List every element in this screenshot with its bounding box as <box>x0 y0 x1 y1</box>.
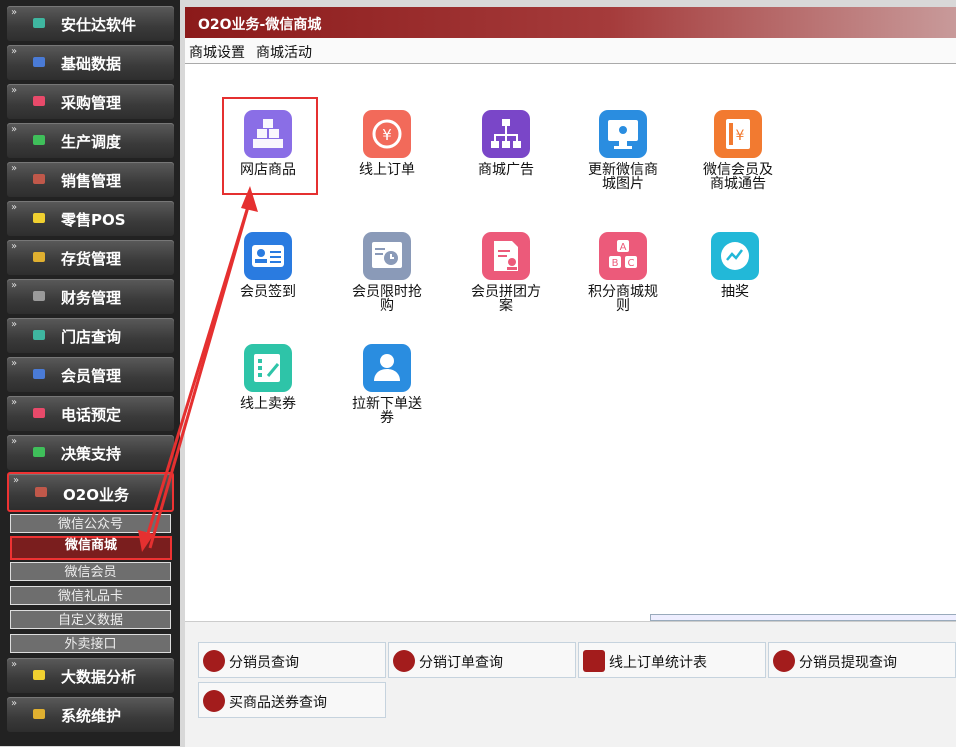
tile-mall-ads[interactable]: 商城广告 <box>456 110 556 177</box>
tile-lottery[interactable]: 抽奖 <box>685 232 785 299</box>
sub-item-wechat-member[interactable]: 微信会员 <box>10 562 171 581</box>
title-bar: O2O业务-微信商城 <box>185 7 956 38</box>
module-icon <box>33 369 45 379</box>
svg-text:C: C <box>628 258 635 269</box>
sidebar-item-members[interactable]: » 会员管理 <box>7 357 174 392</box>
module-icon <box>33 291 45 301</box>
sidebar-item-sales[interactable]: » 销售管理 <box>7 162 174 197</box>
menu-mall-activities[interactable]: 商城活动 <box>256 42 312 62</box>
module-icon <box>33 709 45 719</box>
page-title: O2O业务-微信商城 <box>198 17 322 33</box>
id-card-icon <box>244 232 292 280</box>
menu-mall-settings[interactable]: 商城设置 <box>189 42 245 62</box>
sub-item-custom-data[interactable]: 自定义数据 <box>10 610 171 629</box>
sub-item-wechat-official[interactable]: 微信公众号 <box>10 514 171 533</box>
module-icon <box>33 252 45 262</box>
module-icon <box>33 57 45 67</box>
module-icon <box>33 135 45 145</box>
tile-points-rules[interactable]: ABC 积分商城规 则 <box>573 232 673 313</box>
doc-user-icon <box>482 232 530 280</box>
sidebar-item-bigdata[interactable]: » 大数据分析 <box>7 658 174 693</box>
sidebar-item-decision[interactable]: » 决策支持 <box>7 435 174 470</box>
sidebar-item-basic-data[interactable]: » 基础数据 <box>7 45 174 80</box>
bar-chart-icon <box>203 690 225 712</box>
list-icon <box>583 650 605 672</box>
module-icon <box>33 330 45 340</box>
clock-screen-icon <box>363 232 411 280</box>
yen-refresh-icon: ¥ <box>363 110 411 158</box>
sidebar-item-pos[interactable]: » 零售POS <box>7 201 174 236</box>
module-icon <box>33 408 45 418</box>
menu-bar: 商城设置 商城活动 <box>185 38 956 64</box>
tile-flash-sale[interactable]: 会员限时抢 购 <box>337 232 437 313</box>
svg-text:B: B <box>612 258 619 269</box>
svg-text:¥: ¥ <box>736 128 745 144</box>
module-icon <box>33 174 45 184</box>
module-icon <box>33 96 45 106</box>
abc-blocks-icon: ABC <box>599 232 647 280</box>
tile-update-mall-images[interactable]: 更新微信商 城图片 <box>573 110 673 191</box>
tile-group-buy[interactable]: 会员拼团方 案 <box>456 232 556 313</box>
panel-splitter[interactable] <box>650 614 956 621</box>
sidebar-item-phone-booking[interactable]: » 电话预定 <box>7 396 174 431</box>
sidebar-item-software[interactable]: » 安仕达软件 <box>7 6 174 41</box>
sidebar-item-system[interactable]: » 系统维护 <box>7 697 174 732</box>
receipt-icon: ¥ <box>714 110 762 158</box>
highlight-box <box>222 97 318 195</box>
report-withdrawal-query[interactable]: 分销员提现查询 <box>768 642 956 678</box>
sidebar: » 安仕达软件 » 基础数据 » 采购管理 » 生产调度 » 销售管理 » 零售POS » 存… <box>0 0 180 746</box>
edit-grid-icon <box>244 344 292 392</box>
main-panel: O2O业务-微信商城 商城设置 商城活动 网店商品 ¥ 线上订单 商城广告 更新… <box>185 7 956 747</box>
search-icon <box>203 650 225 672</box>
tile-online-orders[interactable]: ¥ 线上订单 <box>337 110 437 177</box>
report-distributor-query[interactable]: 分销员查询 <box>198 642 386 678</box>
search-icon <box>773 650 795 672</box>
sidebar-item-production[interactable]: » 生产调度 <box>7 123 174 158</box>
sub-item-takeout[interactable]: 外卖接口 <box>10 634 171 653</box>
module-icon <box>35 487 47 497</box>
module-icon <box>33 213 45 223</box>
monitor-icon <box>599 110 647 158</box>
sub-item-gift-card[interactable]: 微信礼品卡 <box>10 586 171 605</box>
tile-sell-coupons[interactable]: 线上卖券 <box>218 344 318 411</box>
report-panel: 分销员查询 分销订单查询 线上订单统计表 分销员提现查询 买商品送券查询 <box>185 621 956 747</box>
chart-circle-icon <box>711 232 759 280</box>
svg-text:¥: ¥ <box>382 126 392 144</box>
sidebar-item-store-query[interactable]: » 门店查询 <box>7 318 174 353</box>
report-distribution-orders[interactable]: 分销订单查询 <box>388 642 576 678</box>
sidebar-item-purchase[interactable]: » 采购管理 <box>7 84 174 119</box>
svg-text:A: A <box>620 242 627 253</box>
org-chart-icon <box>482 110 530 158</box>
sidebar-item-inventory[interactable]: » 存货管理 <box>7 240 174 275</box>
report-online-order-stats[interactable]: 线上订单统计表 <box>578 642 766 678</box>
tile-member-checkin[interactable]: 会员签到 <box>218 232 318 299</box>
module-icon <box>33 18 45 28</box>
module-icon <box>33 447 45 457</box>
users-icon <box>363 344 411 392</box>
report-buy-get-coupon[interactable]: 买商品送券查询 <box>198 682 386 718</box>
heart-icon <box>393 650 415 672</box>
sidebar-item-o2o[interactable]: » O2O业务 <box>7 472 174 512</box>
sub-item-wechat-mall[interactable]: 微信商城 <box>10 536 172 560</box>
tile-member-notice[interactable]: ¥ 微信会员及 商城通告 <box>688 110 788 191</box>
sidebar-item-finance[interactable]: » 财务管理 <box>7 279 174 314</box>
module-icon <box>33 670 45 680</box>
tile-referral-coupons[interactable]: 拉新下单送 券 <box>337 344 437 425</box>
